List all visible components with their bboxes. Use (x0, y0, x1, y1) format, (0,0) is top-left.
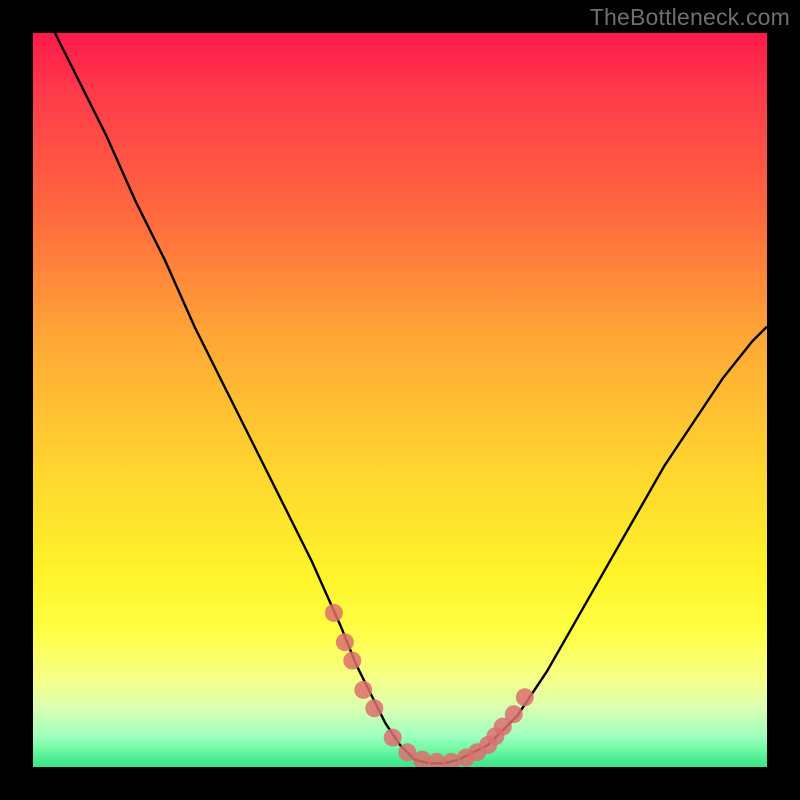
plot-area (33, 33, 767, 767)
watermark-label: TheBottleneck.com (590, 4, 790, 31)
bottleneck-curve-svg (33, 33, 767, 767)
highlight-dot (384, 729, 402, 747)
chart-frame: TheBottleneck.com (0, 0, 800, 800)
highlight-dot (505, 705, 523, 723)
highlight-dot (336, 633, 354, 651)
highlight-dot (343, 652, 361, 670)
highlight-dot (516, 688, 534, 706)
highlight-dot (354, 681, 372, 699)
highlight-dot (365, 699, 383, 717)
highlight-dots-group (325, 604, 534, 767)
bottleneck-curve-path (55, 33, 767, 763)
highlight-dot (325, 604, 343, 622)
